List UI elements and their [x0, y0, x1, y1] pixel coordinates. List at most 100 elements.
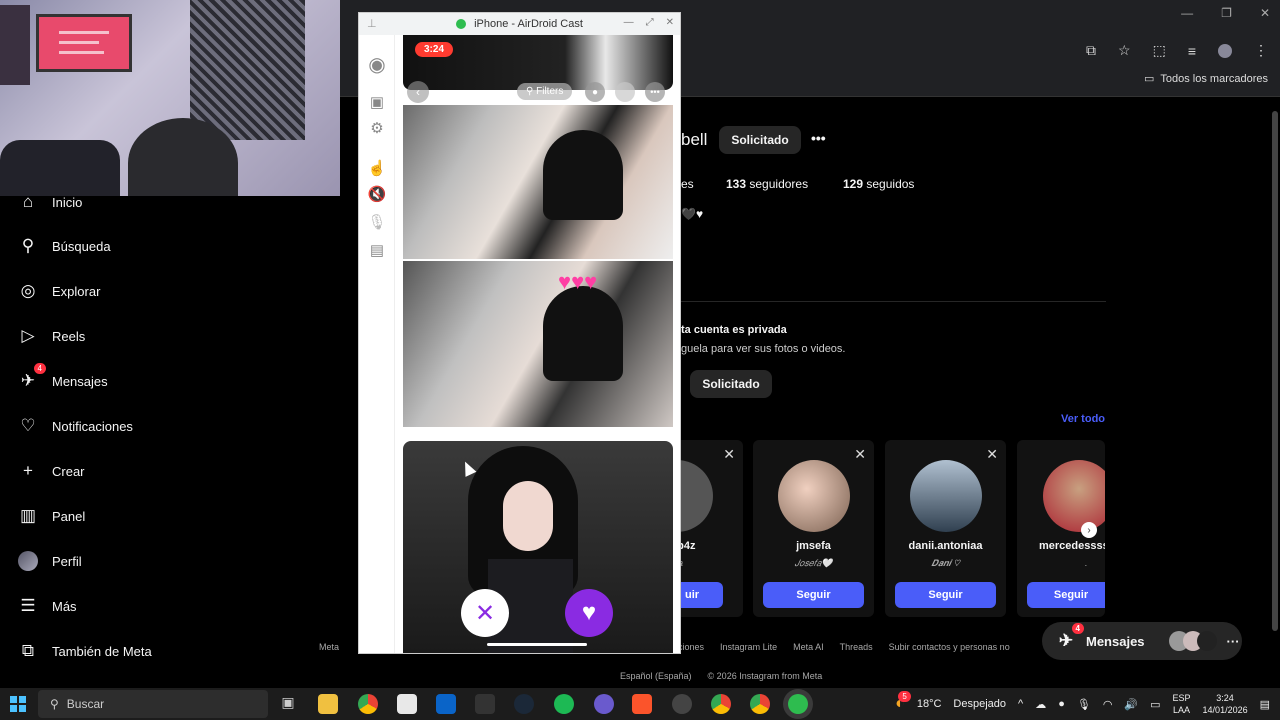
close-icon[interactable]: ✕	[723, 446, 735, 463]
weather-desc[interactable]: Despejado	[953, 698, 1006, 710]
battery-icon[interactable]: ▭	[1150, 698, 1160, 711]
file-icon[interactable]: ▤	[367, 241, 387, 261]
sidebar-item-mas[interactable]: ☰ Más	[18, 596, 76, 616]
taskbar-clock[interactable]: 3:24 14/01/2026	[1203, 692, 1248, 716]
sidebar-item-crear[interactable]: + Crear	[18, 461, 84, 481]
language-select[interactable]: Español (España)	[620, 671, 692, 681]
minimize-button[interactable]: —	[1181, 6, 1193, 20]
speaker-mute-icon[interactable]: 🔇	[367, 185, 387, 205]
profile-avatar-icon[interactable]	[1218, 43, 1232, 58]
mic-mute-icon[interactable]: 🎙	[367, 213, 387, 233]
sidebar-item-busqueda[interactable]: ⚲ Búsqueda	[18, 236, 111, 256]
mic-icon[interactable]: 🎙	[1077, 698, 1091, 711]
task-view-icon[interactable]: ▣	[278, 694, 298, 714]
notifications-icon[interactable]: ▤	[1260, 698, 1270, 711]
gear-icon[interactable]: ⚙	[367, 119, 387, 139]
close-icon[interactable]: ✕	[986, 446, 998, 463]
blank-round-button[interactable]	[615, 82, 635, 102]
more-options-icon[interactable]: •••	[811, 130, 826, 146]
more-icon[interactable]: ···	[1227, 634, 1240, 649]
media-icon[interactable]: ≡	[1188, 43, 1196, 59]
see-all-link[interactable]: Ver todo	[1061, 413, 1105, 425]
obs-icon[interactable]	[672, 694, 692, 714]
following-stat[interactable]: 129 seguidos	[843, 177, 914, 191]
footer-link[interactable]: Threads	[840, 642, 873, 652]
chrome-profile-icon[interactable]	[711, 694, 731, 714]
airdroid-titlebar[interactable]: ⊥ iPhone - AirDroid Cast — ⤢ ✕	[359, 13, 680, 35]
extensions-icon[interactable]: ⬚	[1153, 42, 1166, 59]
menu-icon: ☰	[20, 596, 36, 615]
scrollbar-thumb[interactable]	[1272, 111, 1278, 631]
footer-link[interactable]: Meta	[319, 642, 339, 652]
cast-icon[interactable]: ⧉	[1086, 42, 1096, 59]
follow-button[interactable]: Seguir	[1027, 582, 1105, 608]
follow-button[interactable]: Seguir	[895, 582, 996, 608]
all-bookmarks-label: Todos los marcadores	[1160, 72, 1268, 85]
messages-pill[interactable]: ✈ 4 Mensajes ···	[1042, 622, 1242, 660]
weather-temp[interactable]: 18°C	[917, 698, 942, 710]
kebab-menu-icon[interactable]: ⋮	[1254, 42, 1268, 59]
request-status-button[interactable]: Solicitado	[719, 126, 801, 154]
windows-start-icon[interactable]	[10, 696, 26, 712]
sidebar-item-explorar[interactable]: ◎ Explorar	[18, 281, 101, 301]
volume-icon[interactable]: 🔊	[1124, 698, 1138, 711]
outlook-icon[interactable]	[436, 694, 456, 714]
user-icon[interactable]: ●	[1058, 698, 1065, 710]
minimize-icon[interactable]: —	[624, 17, 634, 28]
chrome-profile-icon[interactable]	[750, 694, 770, 714]
back-chevron-icon[interactable]: ‹	[407, 81, 429, 103]
network-icon[interactable]: ☁	[1035, 698, 1046, 711]
chevron-right-icon[interactable]: ›	[1081, 522, 1097, 538]
sidebar-item-perfil[interactable]: Perfil	[18, 551, 82, 571]
star-icon[interactable]: ☆	[1118, 42, 1131, 59]
dislike-x-button[interactable]: ✕	[461, 589, 509, 637]
taskbar-search[interactable]: ⚲ Buscar	[38, 690, 268, 718]
pin-icon[interactable]: ⊥	[367, 17, 377, 30]
sidebar-item-notificaciones[interactable]: ♡ Notificaciones	[18, 416, 133, 436]
epic-games-icon[interactable]	[475, 694, 495, 714]
spotify-icon[interactable]	[554, 694, 574, 714]
sidebar-item-mensajes[interactable]: ✈ 4 Mensajes	[18, 363, 108, 391]
sidebar-item-tambien-de-meta[interactable]: ⧉ También de Meta	[18, 641, 152, 661]
suggestion-username[interactable]: jmsefa	[753, 540, 874, 552]
close-icon[interactable]: ✕	[666, 17, 674, 28]
brave-icon[interactable]	[632, 694, 652, 714]
followers-stat[interactable]: 133 seguidores	[726, 177, 808, 191]
sidebar-item-reels[interactable]: ▷ Reels	[18, 326, 85, 346]
suggestion-username[interactable]: _p4z	[671, 540, 743, 552]
maximize-button[interactable]: ❐	[1221, 6, 1232, 20]
touch-icon[interactable]: ☝	[367, 159, 387, 179]
suggestion-username[interactable]: danii.antoniaa	[885, 540, 1006, 552]
screen-icon[interactable]: ▣	[367, 93, 387, 113]
page-scrollbar[interactable]	[1270, 97, 1280, 682]
wifi-icon[interactable]: ◠	[1103, 698, 1113, 711]
bio-heart-icon: 🖤♥	[681, 207, 704, 221]
language-indicator[interactable]: ESP LAA	[1173, 692, 1191, 716]
close-icon[interactable]: ✕	[854, 446, 866, 463]
footer-link[interactable]: Instagram Lite	[720, 642, 777, 652]
weather-icon[interactable]: ◐ 5	[895, 691, 911, 713]
suggestion-username[interactable]: mercedessss.	[1039, 540, 1105, 552]
app-icon[interactable]	[594, 694, 614, 714]
follow-button[interactable]: Seguir	[763, 582, 864, 608]
footer-link[interactable]: Meta AI	[793, 642, 824, 652]
location-icon[interactable]: ●	[585, 82, 605, 102]
store-icon[interactable]	[397, 694, 417, 714]
sidebar-item-inicio[interactable]: ⌂ Inicio	[18, 192, 83, 212]
airdroid-taskbar-icon[interactable]	[788, 694, 808, 714]
steam-icon[interactable]	[514, 694, 534, 714]
user-icon[interactable]: ◉	[367, 55, 387, 75]
footer-link[interactable]: Subir contactos y personas no	[889, 642, 1010, 652]
chrome-icon[interactable]	[358, 694, 378, 714]
more-icon[interactable]: •••	[645, 82, 665, 102]
suggestion-subtitle: 𝑫𝒂𝒏𝒊 ♡	[931, 558, 960, 568]
bookmarks-bar[interactable]: ▭ Todos los marcadores	[1144, 72, 1268, 86]
chevron-up-icon[interactable]: ^	[1018, 698, 1023, 710]
filters-button[interactable]: ⚲ Filters	[517, 83, 573, 100]
sidebar-item-panel[interactable]: ▥ Panel	[18, 506, 85, 526]
private-request-button[interactable]: Solicitado	[690, 370, 772, 398]
close-window-button[interactable]: ✕	[1260, 6, 1270, 20]
fullscreen-icon[interactable]: ⤢	[646, 17, 654, 28]
like-heart-button[interactable]: ♥	[565, 589, 613, 637]
file-explorer-icon[interactable]	[318, 694, 338, 714]
